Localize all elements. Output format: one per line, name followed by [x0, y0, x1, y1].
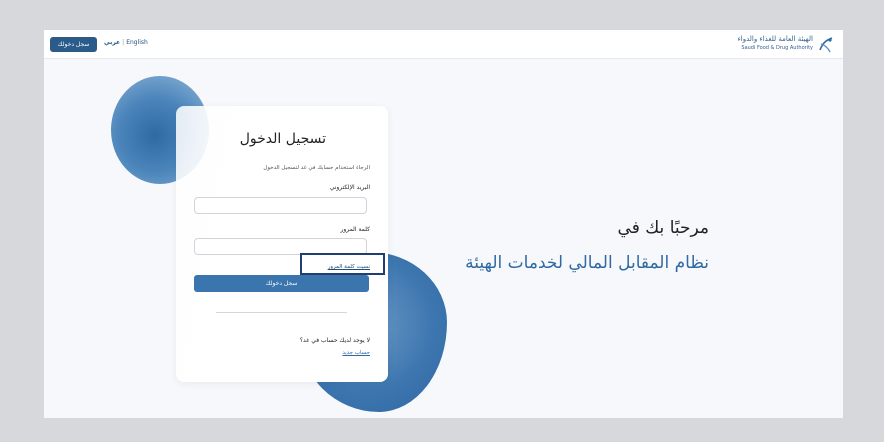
sfda-logo[interactable]: الهيئة العامة للغذاء والدواء Saudi Food …: [737, 33, 835, 55]
new-account-link[interactable]: حساب جديد: [342, 350, 370, 356]
forgot-password-link[interactable]: نسيت كلمة المرور: [328, 264, 370, 270]
logo-name-english: Saudi Food & Drug Authority: [741, 45, 813, 51]
email-label: البريد الإلكتروني: [329, 184, 370, 191]
language-separator: |: [122, 39, 125, 46]
language-arabic-option[interactable]: عربي: [104, 39, 120, 46]
password-label: كلمة المرور: [340, 226, 370, 233]
language-switcher: عربي | English: [104, 39, 148, 46]
logo-name-arabic: الهيئة العامة للغذاء والدواء: [737, 35, 813, 43]
no-account-text: لا يوجد لديك حساب في غد؟: [299, 337, 370, 344]
header-login-button[interactable]: سجل دخولك: [50, 37, 97, 52]
email-field[interactable]: [194, 197, 367, 214]
welcome-heading: مرحبًا بك في: [617, 218, 709, 238]
login-submit-button[interactable]: سجل دخولك: [194, 275, 369, 292]
login-title: تسجيل الدخول: [239, 131, 326, 147]
card-divider: [216, 312, 347, 313]
sfda-emblem-icon: [819, 37, 833, 53]
language-english-option[interactable]: English: [126, 39, 148, 46]
login-card: تسجيل الدخول الرجاء استخدام حسابك في غد …: [176, 106, 388, 382]
login-subtitle: الرجاء استخدام حسابك في غد لتسجيل الدخول: [263, 165, 370, 171]
system-name-heading: نظام المقابل المالي لخدمات الهيئة: [465, 253, 709, 273]
app-window: الهيئة العامة للغذاء والدواء Saudi Food …: [44, 30, 843, 418]
top-navbar: الهيئة العامة للغذاء والدواء Saudi Food …: [44, 30, 843, 59]
